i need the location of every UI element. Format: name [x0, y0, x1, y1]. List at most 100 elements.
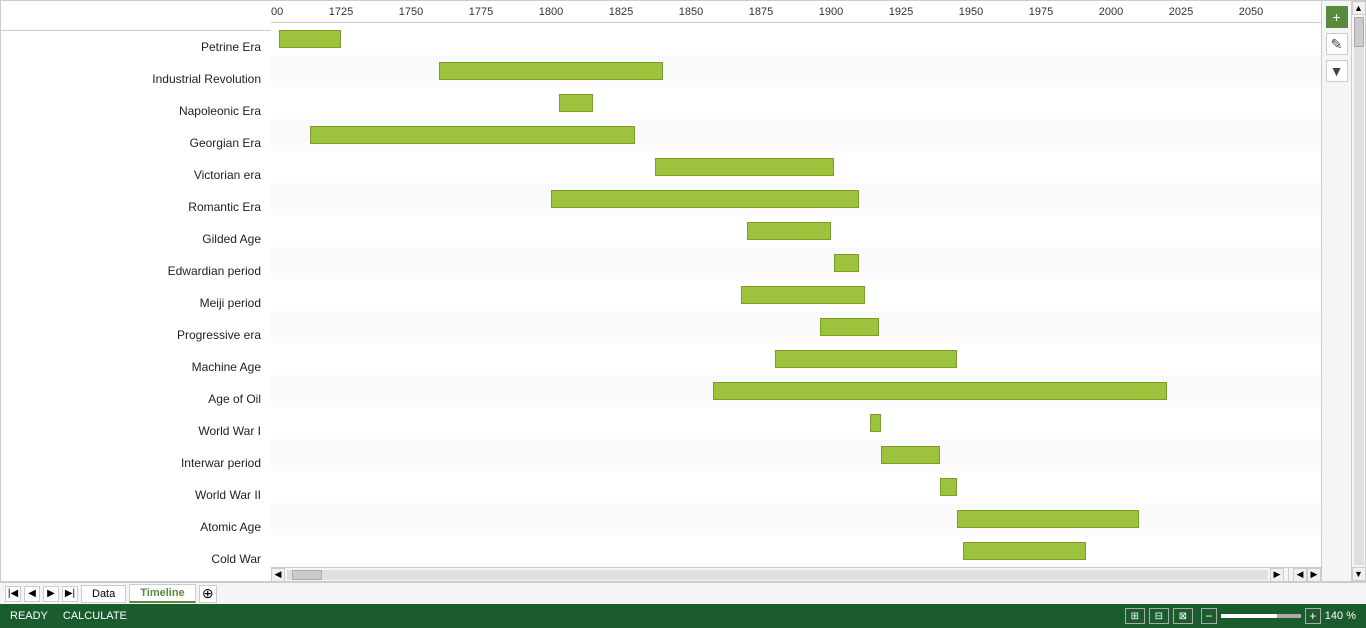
bar-row-11 [271, 375, 1321, 407]
bar-row-0 [271, 23, 1321, 55]
status-left: READY CALCULATE [10, 610, 127, 622]
bar-row-15 [271, 503, 1321, 535]
zoom-slider-fill [1221, 614, 1277, 618]
v-scroll-thumb[interactable] [1354, 17, 1364, 47]
scroll-track[interactable] [287, 570, 1268, 580]
chart-area: Petrine EraIndustrial RevolutionNapoleon… [0, 0, 1366, 582]
bar-4[interactable] [655, 158, 834, 176]
pencil-button[interactable]: ✎ [1326, 33, 1348, 55]
scroll-right-btn[interactable]: ▶ [1270, 568, 1284, 582]
bar-row-6 [271, 215, 1321, 247]
bar-1[interactable] [439, 62, 663, 80]
x-axis-labels: 1700172517501775180018251850187519001925… [271, 1, 1321, 23]
y-label-16: Cold War [1, 543, 271, 575]
y-label-6: Gilded Age [1, 223, 271, 255]
bar-10[interactable] [775, 350, 957, 368]
add-sheet-button[interactable]: ⊕ [199, 585, 217, 603]
bar-9[interactable] [820, 318, 879, 336]
x-tick-label-1775: 1775 [469, 6, 493, 18]
v-scrollbar[interactable]: ▲ ▼ [1351, 1, 1365, 581]
status-ready: READY [10, 610, 48, 622]
view-buttons: ⊞ ⊟ ⊠ [1125, 608, 1193, 624]
sheet-nav-prev[interactable]: ◀ [24, 586, 40, 602]
sheet-nav-first[interactable]: |◀ [5, 586, 21, 602]
sheet-nav-last[interactable]: ▶| [62, 586, 78, 602]
right-toolbar: + ✎ ▼ [1321, 1, 1351, 581]
bar-row-16 [271, 535, 1321, 567]
bar-8[interactable] [741, 286, 864, 304]
x-tick-label-1700: 1700 [271, 6, 283, 18]
bar-2[interactable] [559, 94, 593, 112]
zoom-slider[interactable] [1221, 614, 1301, 618]
x-tick-label-1750: 1750 [399, 6, 423, 18]
sheet-nav-next[interactable]: ▶ [43, 586, 59, 602]
v-scroll-down[interactable]: ▼ [1352, 567, 1366, 581]
x-axis-header: 1700172517501775180018251850187519001925… [271, 1, 1321, 23]
y-label-10: Machine Age [1, 351, 271, 383]
x-tick-label-2050: 2050 [1239, 6, 1263, 18]
filter-button[interactable]: ▼ [1326, 60, 1348, 82]
chart-body-wrapper: 1700172517501775180018251850187519001925… [271, 1, 1321, 581]
v-scroll-track[interactable] [1354, 17, 1364, 565]
zoom-controls: − + 140 % [1201, 608, 1356, 624]
bar-7[interactable] [834, 254, 859, 272]
zoom-in-btn[interactable]: + [1305, 608, 1321, 624]
x-tick-label-1950: 1950 [959, 6, 983, 18]
x-tick-label-1725: 1725 [329, 6, 353, 18]
x-tick-label-1825: 1825 [609, 6, 633, 18]
bar-6[interactable] [747, 222, 831, 240]
normal-view-btn[interactable]: ⊞ [1125, 608, 1145, 624]
x-tick-label-2000: 2000 [1099, 6, 1123, 18]
scroll-left2-btn[interactable]: ◀ [1293, 568, 1307, 582]
bar-14[interactable] [940, 478, 957, 496]
y-label-0: Petrine Era [1, 31, 271, 63]
y-label-3: Georgian Era [1, 127, 271, 159]
y-label-8: Meiji period [1, 287, 271, 319]
bar-row-9 [271, 311, 1321, 343]
bar-12[interactable] [870, 414, 881, 432]
status-right: ⊞ ⊟ ⊠ − + 140 % [1125, 608, 1356, 624]
bar-13[interactable] [881, 446, 940, 464]
sheet-tabs-bar: |◀ ◀ ▶ ▶| Data Timeline ⊕ [0, 582, 1366, 604]
bar-row-12 [271, 407, 1321, 439]
y-label-2: Napoleonic Era [1, 95, 271, 127]
y-label-9: Progressive era [1, 319, 271, 351]
bar-3[interactable] [310, 126, 635, 144]
y-labels: Petrine EraIndustrial RevolutionNapoleon… [1, 31, 271, 575]
bars-area [271, 23, 1321, 567]
bar-row-2 [271, 87, 1321, 119]
bar-16[interactable] [963, 542, 1086, 560]
scroll-left-btn[interactable]: ◀ [271, 568, 285, 582]
y-label-15: Atomic Age [1, 511, 271, 543]
x-tick-label-1900: 1900 [819, 6, 843, 18]
zoom-out-btn[interactable]: − [1201, 608, 1217, 624]
x-tick-label-1975: 1975 [1029, 6, 1053, 18]
sheet-tab-data[interactable]: Data [81, 585, 126, 603]
scroll-thumb[interactable] [292, 570, 322, 580]
v-scroll-up[interactable]: ▲ [1352, 1, 1366, 15]
y-axis-header-spacer [1, 1, 271, 31]
page-view-btn[interactable]: ⊟ [1149, 608, 1169, 624]
x-tick-label-1800: 1800 [539, 6, 563, 18]
preview-view-btn[interactable]: ⊠ [1173, 608, 1193, 624]
y-label-1: Industrial Revolution [1, 63, 271, 95]
sheet-tab-timeline[interactable]: Timeline [129, 584, 195, 603]
y-label-5: Romantic Era [1, 191, 271, 223]
x-tick-label-2025: 2025 [1169, 6, 1193, 18]
app-container: Petrine EraIndustrial RevolutionNapoleon… [0, 0, 1366, 628]
bar-11[interactable] [713, 382, 1167, 400]
h-scrollbar[interactable]: ◀ ▶ ◀ ▶ [271, 567, 1321, 581]
x-tick-label-1850: 1850 [679, 6, 703, 18]
bar-0[interactable] [279, 30, 341, 48]
bar-5[interactable] [551, 190, 859, 208]
scroll-divider [1288, 568, 1289, 582]
bar-15[interactable] [957, 510, 1139, 528]
bar-row-10 [271, 343, 1321, 375]
zoom-level: 140 % [1325, 610, 1356, 622]
add-button[interactable]: + [1326, 6, 1348, 28]
scroll-right2-btn[interactable]: ▶ [1307, 568, 1321, 582]
bars-rows [271, 23, 1321, 567]
bar-row-14 [271, 471, 1321, 503]
bar-row-13 [271, 439, 1321, 471]
bar-row-7 [271, 247, 1321, 279]
